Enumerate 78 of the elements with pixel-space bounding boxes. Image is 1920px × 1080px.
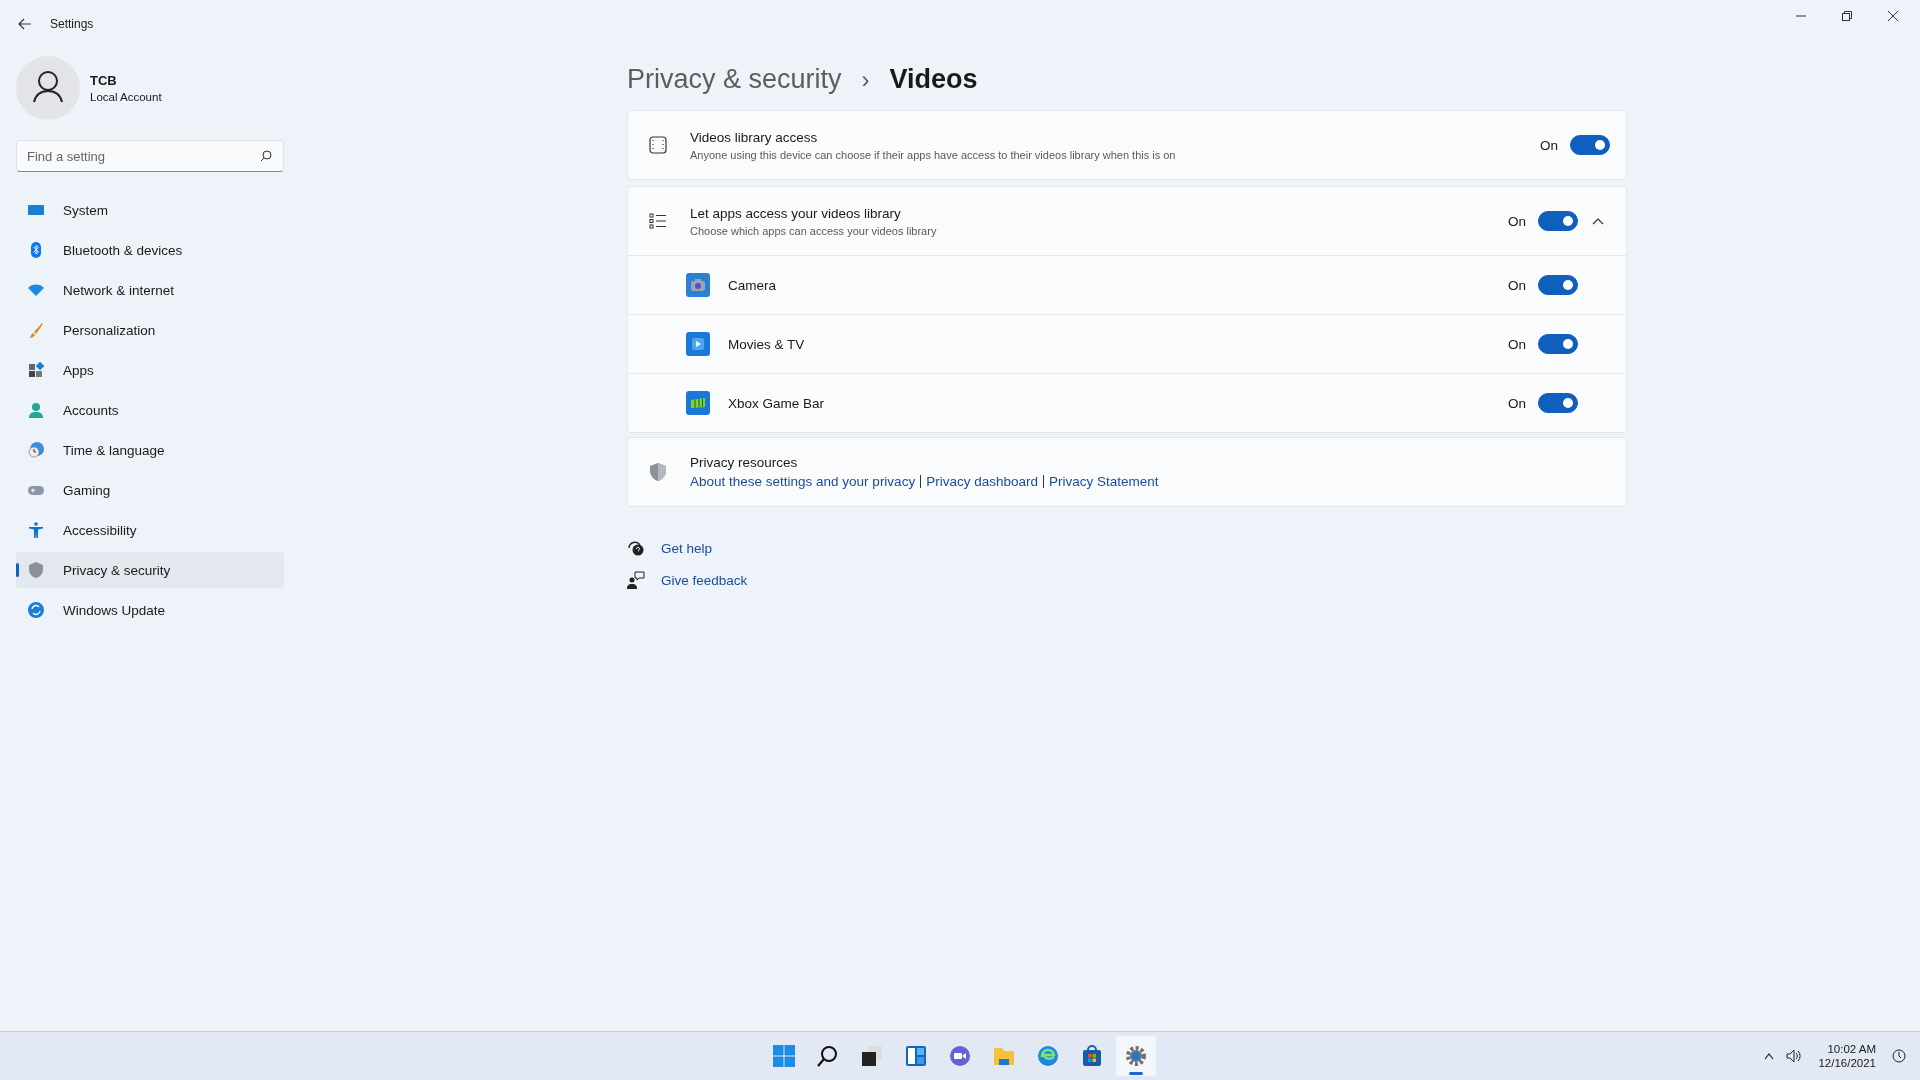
- nav-icon: [28, 282, 44, 298]
- film-icon: [648, 136, 668, 154]
- sidebar-item[interactable]: Apps: [16, 352, 284, 388]
- toggle-switch[interactable]: [1538, 211, 1578, 231]
- account-type: Local Account: [90, 91, 162, 103]
- feedback-icon: [627, 571, 645, 589]
- privacy-link[interactable]: Privacy Statement: [1048, 474, 1159, 489]
- back-icon[interactable]: [18, 17, 32, 30]
- browser-icon[interactable]: [1036, 1044, 1060, 1068]
- toggle-state-label: On: [1508, 277, 1526, 293]
- speaker-icon[interactable]: [1786, 1049, 1803, 1063]
- sidebar-item[interactable]: Privacy & security: [16, 552, 284, 588]
- account-name: TCB: [90, 73, 118, 88]
- setting-description: Anyone using this device can choose if their apps have access to their videos library when this is on: [690, 148, 1177, 161]
- nav-icon: [28, 522, 44, 538]
- sidebar-item[interactable]: Network & internet: [16, 272, 284, 308]
- store-icon[interactable]: [1080, 1044, 1104, 1068]
- notification-icon[interactable]: [1892, 1049, 1906, 1063]
- breadcrumb-separator: ›: [861, 66, 870, 94]
- resources-title: Privacy resources: [690, 455, 799, 470]
- shield-icon: [648, 462, 668, 482]
- list-icon: [648, 213, 668, 229]
- app-name: Xbox Game Bar: [728, 395, 826, 411]
- toggle-state-label: On: [1508, 395, 1526, 411]
- help-icon: [627, 539, 645, 557]
- sidebar-item[interactable]: Windows Update: [16, 592, 284, 628]
- gear-icon[interactable]: [1124, 1044, 1148, 1068]
- search-icon: [260, 150, 272, 162]
- setting-card[interactable]: Let apps access your videos library Choose which apps can access your videos library On: [628, 187, 1626, 255]
- sidebar-item[interactable]: System: [16, 192, 284, 228]
- toggle-switch[interactable]: [1538, 275, 1578, 295]
- windows-logo-icon[interactable]: [772, 1044, 796, 1068]
- search-icon[interactable]: [816, 1044, 840, 1068]
- nav-icon: [28, 442, 44, 458]
- setting-title: Let apps access your videos library: [690, 205, 902, 221]
- setting-description: Choose which apps can access your videos library: [690, 224, 938, 237]
- avatar-icon: [16, 56, 80, 120]
- help-link[interactable]: Get help: [661, 540, 713, 556]
- help-link[interactable]: Give feedback: [661, 572, 748, 588]
- sidebar-item[interactable]: Bluetooth & devices: [16, 232, 284, 268]
- close-icon[interactable]: [1888, 11, 1898, 21]
- toggle-switch[interactable]: [1538, 393, 1578, 413]
- search-field[interactable]: Find a setting: [16, 140, 284, 172]
- app-name: Camera: [728, 277, 777, 293]
- page-title: Videos: [889, 64, 978, 95]
- nav-icon: [28, 362, 44, 378]
- window-title: Settings: [50, 16, 94, 31]
- nav-icon: [28, 402, 44, 418]
- breadcrumb-parent[interactable]: Privacy & security: [627, 64, 842, 95]
- app-name: Movies & TV: [728, 336, 806, 352]
- toggle-switch[interactable]: [1538, 334, 1578, 354]
- chevron-up-icon[interactable]: [1764, 1052, 1775, 1060]
- task-view-icon[interactable]: [860, 1044, 884, 1068]
- clock[interactable]: 10:02 AM 12/16/2021: [1814, 1042, 1880, 1070]
- play-icon: [686, 332, 710, 356]
- bars-icon: [686, 391, 710, 415]
- sidebar-item[interactable]: Accessibility: [16, 512, 284, 548]
- toggle-state-label: On: [1508, 336, 1526, 352]
- sidebar-item[interactable]: Time & language: [16, 432, 284, 468]
- restore-icon[interactable]: [1842, 11, 1852, 21]
- camera-icon: [686, 273, 710, 297]
- nav-icon: [28, 242, 44, 258]
- nav-icon: [28, 202, 44, 218]
- toggle-switch[interactable]: [1570, 135, 1610, 155]
- toggle-state-label: On: [1508, 213, 1526, 229]
- chevron-icon[interactable]: [1592, 217, 1604, 225]
- privacy-link[interactable]: Privacy dashboard: [926, 474, 1038, 489]
- nav-icon: [28, 322, 44, 338]
- widgets-icon[interactable]: [904, 1044, 928, 1068]
- setting-title: Videos library access: [690, 129, 819, 145]
- sidebar-item[interactable]: Accounts: [16, 392, 284, 428]
- privacy-link[interactable]: About these settings and your privacy: [690, 474, 916, 489]
- sidebar-item[interactable]: Personalization: [16, 312, 284, 348]
- nav-icon: [28, 562, 44, 578]
- sidebar-item[interactable]: Gaming: [16, 472, 284, 508]
- chat-icon[interactable]: [948, 1044, 972, 1068]
- toggle-state-label: On: [1540, 137, 1558, 153]
- nav-icon: [28, 602, 44, 618]
